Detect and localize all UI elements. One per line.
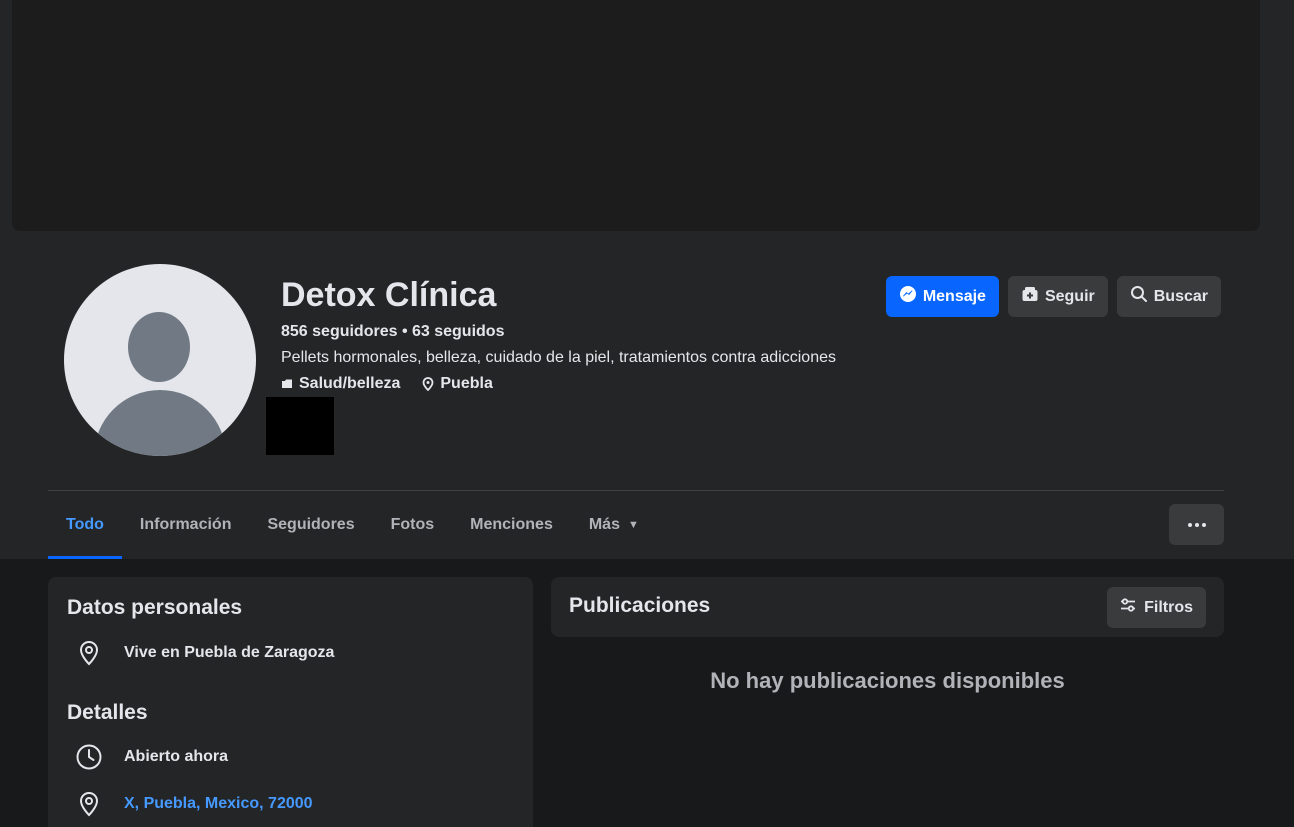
posts-title: Publicaciones [569,594,711,617]
profile-avatar[interactable] [60,260,260,460]
lives-in-text: Vive en Puebla de Zaragoza [124,644,335,661]
profile-header: Detox Clínica 856 seguidores • 63 seguid… [0,0,1294,559]
more-dots-icon [1201,522,1206,527]
address-link[interactable]: X, Puebla, Mexico, 72000 [124,795,313,813]
search-label: Buscar [1153,287,1208,305]
category-label: Salud/belleza [299,375,401,392]
filters-button[interactable]: Filtros [1107,587,1206,628]
hours-row: Abierto ahora [74,742,228,772]
filter-icon [1120,598,1136,617]
location-pin-icon [74,789,104,819]
tab-label: Todo [66,516,104,533]
messenger-icon [899,285,917,308]
page-title: Detox Clínica [281,276,497,314]
tab-label: Más [588,516,620,533]
profile-actions: Mensaje Seguir Buscar [885,276,1221,317]
profile-meta: Salud/belleza Puebla [281,375,493,393]
follow-button[interactable]: Seguir [1007,276,1108,317]
redacted-block [266,397,334,455]
tab-label: Información [139,516,232,533]
follower-stats[interactable]: 856 seguidores • 63 seguidos [281,323,504,341]
message-label: Mensaje [922,287,986,305]
hours-text[interactable]: Abierto ahora [124,748,228,766]
tab-seguidores[interactable]: Seguidores [249,491,372,559]
message-button[interactable]: Mensaje [885,276,999,317]
profile-bio: Pellets hormonales, belleza, cuidado de … [281,349,836,366]
category-icon [281,378,293,390]
personal-data-title: Datos personales [67,596,243,619]
more-dots-icon [1187,522,1192,527]
follow-label: Seguir [1044,287,1095,305]
caret-down-icon: ▼ [627,519,639,531]
clock-icon [74,742,104,772]
tab-mas[interactable]: Más ▼ [571,491,657,559]
posts-header-card: Publicaciones Filtros [551,577,1224,637]
search-button[interactable]: Buscar [1116,276,1221,317]
location-pin-icon [422,377,434,391]
empty-posts-message: No hay publicaciones disponibles [710,668,1065,693]
address-row: X, Puebla, Mexico, 72000 [74,789,313,819]
default-avatar-icon [64,264,256,456]
tab-label: Menciones [470,516,553,533]
location-pin-icon [74,638,104,668]
more-options-button[interactable] [1169,504,1224,545]
tab-label: Fotos [390,516,435,533]
tab-informacion[interactable]: Información [122,491,250,559]
tab-fotos[interactable]: Fotos [373,491,453,559]
details-title: Detalles [67,701,148,724]
follow-icon [1021,285,1039,308]
tab-todo[interactable]: Todo [48,491,122,559]
tab-menciones[interactable]: Menciones [452,491,571,559]
cover-photo[interactable] [12,0,1260,231]
tab-label: Seguidores [267,516,355,533]
intro-card: Datos personales Vive en Puebla de Zarag… [48,577,533,827]
profile-tabs: Todo Información Seguidores Fotos Mencio… [48,491,657,559]
more-dots-icon [1194,522,1199,527]
avatar-body [94,390,226,456]
location-label: Puebla [440,375,493,392]
filters-label: Filtros [1144,598,1193,616]
search-icon [1130,285,1148,308]
avatar-head [128,312,190,382]
lives-in-row: Vive en Puebla de Zaragoza [74,638,334,668]
